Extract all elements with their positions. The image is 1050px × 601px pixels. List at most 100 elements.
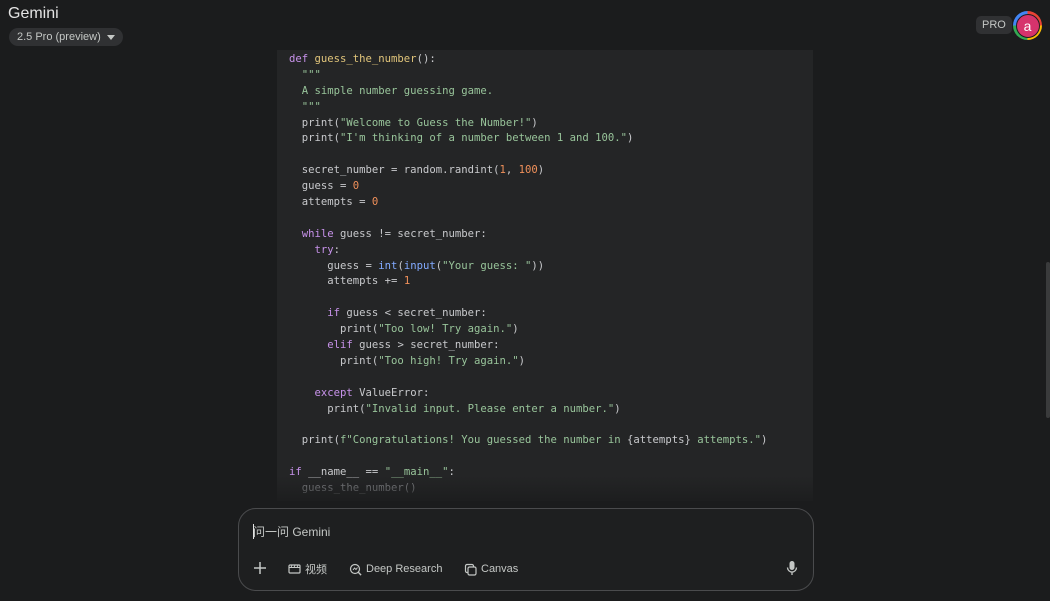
code-line: attempts += 1 bbox=[289, 274, 767, 290]
code-line: except ValueError: bbox=[289, 386, 767, 402]
code-line: ​ bbox=[289, 417, 767, 433]
prompt-composer: 视频 Deep Research Canvas bbox=[238, 508, 814, 591]
code-token: ) bbox=[627, 132, 634, 145]
code-token: try bbox=[289, 243, 334, 256]
chevron-down-icon bbox=[106, 35, 115, 40]
deep-research-button-label: Deep Research bbox=[366, 563, 443, 575]
code-token: guess > secret_number: bbox=[359, 339, 500, 352]
code-token: 1 bbox=[403, 275, 411, 288]
text-caret bbox=[253, 524, 254, 539]
microphone-icon[interactable] bbox=[784, 559, 800, 577]
code-token: "Welcome to Guess the Number!" bbox=[340, 116, 532, 129]
code-token: if bbox=[289, 466, 309, 479]
code-token: 0 bbox=[371, 196, 379, 209]
code-line: elif guess > secret_number: bbox=[289, 338, 767, 354]
code-token: A simple number guessing game. bbox=[289, 84, 494, 97]
code-line: try: bbox=[289, 243, 767, 259]
code-token: ) bbox=[531, 116, 538, 129]
deep-research-icon bbox=[349, 563, 362, 576]
code-token: if bbox=[289, 307, 347, 320]
prompt-input[interactable] bbox=[253, 523, 773, 541]
code-token: "Invalid input. Please enter a number." bbox=[365, 402, 615, 415]
code-token: "__main__" bbox=[384, 466, 449, 479]
code-token: : bbox=[333, 243, 341, 256]
code-token: elif bbox=[289, 339, 360, 352]
code-line: ​ bbox=[289, 147, 767, 163]
code-token: ValueError: bbox=[359, 386, 430, 399]
plus-icon[interactable] bbox=[251, 559, 269, 577]
code-token: : bbox=[448, 466, 455, 479]
code-token: f"Congratulations! You guessed the numbe… bbox=[340, 434, 628, 447]
code-token: 100 bbox=[518, 164, 538, 177]
code-token: print( bbox=[289, 434, 341, 447]
code-token: guess_the_number bbox=[314, 53, 417, 65]
code-line: print("Invalid input. Please enter a num… bbox=[289, 402, 767, 418]
code-token: "Too low! Try again." bbox=[378, 323, 513, 336]
code-token: guess_the_number() bbox=[289, 482, 417, 495]
model-selector-label: 2.5 Pro (preview) bbox=[17, 31, 101, 43]
code-line: """ bbox=[289, 68, 767, 84]
scrollbar-thumb[interactable] bbox=[1046, 262, 1050, 418]
code-line: ​ bbox=[289, 449, 767, 465]
code-token: print( bbox=[289, 402, 366, 415]
code-token: (): bbox=[416, 53, 436, 65]
model-selector[interactable]: 2.5 Pro (preview) bbox=[9, 28, 123, 46]
code-token: ) bbox=[761, 434, 768, 447]
code-line: ​ bbox=[289, 290, 767, 306]
code-line: ​ bbox=[289, 211, 767, 227]
code-token: )) bbox=[531, 259, 545, 272]
code-token: print( bbox=[289, 323, 379, 336]
code-line: print("Too high! Try again.") bbox=[289, 354, 767, 370]
video-icon bbox=[288, 564, 301, 574]
code-token: 0 bbox=[352, 180, 360, 193]
code-token: ) bbox=[518, 354, 526, 367]
code-token: guess = bbox=[289, 180, 353, 193]
code-line: A simple number guessing game. bbox=[289, 84, 767, 100]
code-token: input bbox=[403, 259, 436, 272]
code-token: guess < secret_number: bbox=[346, 307, 487, 320]
code-line: attempts = 0 bbox=[289, 195, 767, 211]
avatar: a bbox=[1015, 13, 1040, 38]
code-token: , bbox=[505, 164, 519, 177]
code-token: print( bbox=[289, 354, 379, 367]
code-line: print("Welcome to Guess the Number!") bbox=[289, 116, 767, 132]
code-token: print( bbox=[289, 116, 341, 129]
app-title: Gemini bbox=[8, 5, 59, 22]
code-line: print("Too low! Try again.") bbox=[289, 322, 767, 338]
code-token: """ bbox=[289, 100, 321, 113]
code-lines: def guess_the_number(): """ A simple num… bbox=[289, 52, 767, 497]
canvas-button-label: Canvas bbox=[481, 563, 519, 575]
code-token: ) bbox=[537, 164, 545, 177]
code-token: """ bbox=[289, 68, 321, 81]
code-token: attempts." bbox=[690, 434, 761, 447]
code-line: if guess < secret_number: bbox=[289, 306, 767, 322]
code-line: guess_the_number() bbox=[289, 481, 767, 497]
code-token: ) bbox=[512, 323, 519, 336]
code-token: {attempts} bbox=[627, 434, 691, 447]
code-token: __name__ == bbox=[308, 466, 385, 479]
code-token: "Too high! Try again." bbox=[378, 354, 519, 367]
code-line: guess = 0 bbox=[289, 179, 767, 195]
code-line: def guess_the_number(): bbox=[289, 52, 767, 68]
code-block: def guess_the_number(): """ A simple num… bbox=[277, 50, 813, 501]
code-line: ​ bbox=[289, 370, 767, 386]
video-button[interactable]: 视频 bbox=[288, 560, 327, 578]
code-token: int bbox=[378, 259, 398, 272]
code-line: print("I'm thinking of a number between … bbox=[289, 131, 767, 147]
code-token: ) bbox=[614, 402, 621, 415]
code-token: guess = bbox=[289, 259, 379, 272]
code-token: while bbox=[289, 227, 341, 240]
code-line: """ bbox=[289, 100, 767, 116]
deep-research-button[interactable]: Deep Research bbox=[349, 560, 442, 578]
code-token: "I'm thinking of a number between 1 and … bbox=[340, 132, 628, 145]
pro-badge: PRO bbox=[976, 16, 1012, 34]
code-token: def bbox=[289, 53, 315, 65]
code-line: if __name__ == "__main__": bbox=[289, 465, 767, 481]
video-button-label: 视频 bbox=[305, 564, 327, 576]
code-line: secret_number = random.randint(1, 100) bbox=[289, 163, 767, 179]
code-line: while guess != secret_number: bbox=[289, 227, 767, 243]
canvas-button[interactable]: Canvas bbox=[464, 560, 518, 578]
code-token: "Your guess: " bbox=[442, 259, 532, 272]
account-avatar-button[interactable]: a bbox=[1013, 11, 1042, 40]
code-token: except bbox=[289, 386, 360, 399]
